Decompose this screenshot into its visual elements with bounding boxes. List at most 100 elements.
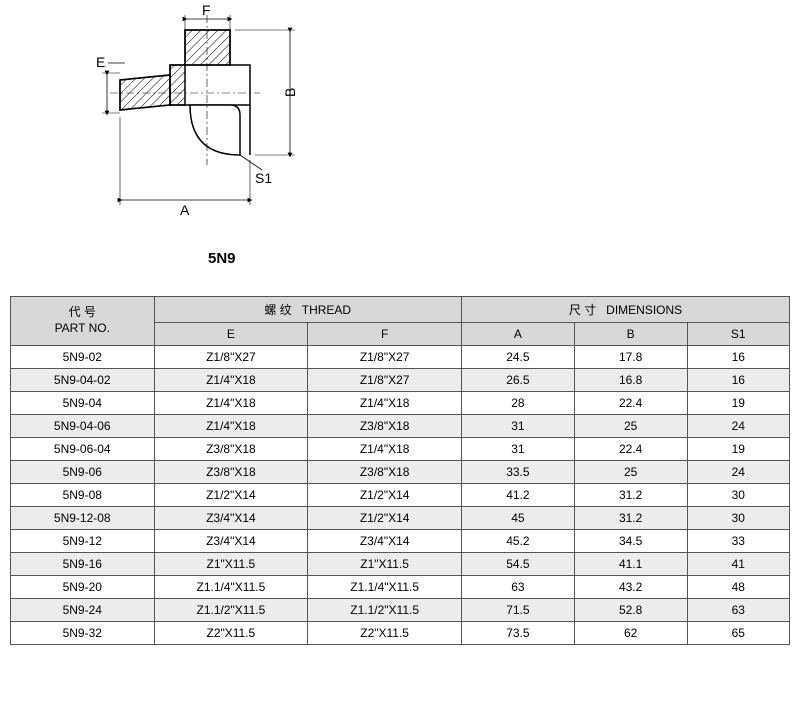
- dim-label-s1: S1: [255, 170, 272, 186]
- cell-e: Z1.1/4"X11.5: [154, 576, 308, 599]
- cell-a: 63: [462, 576, 575, 599]
- header-e: E: [154, 323, 308, 346]
- cell-e: Z3/4"X14: [154, 530, 308, 553]
- cell-f: Z1/8"X27: [308, 369, 462, 392]
- cell-e: Z3/8"X18: [154, 438, 308, 461]
- dim-label-a: A: [180, 202, 190, 218]
- cell-s1: 33: [687, 530, 790, 553]
- cell-part: 5N9-02: [11, 346, 155, 369]
- cell-a: 71.5: [462, 599, 575, 622]
- cell-f: Z1/2"X14: [308, 507, 462, 530]
- cell-part: 5N9-20: [11, 576, 155, 599]
- cell-f: Z1/4"X18: [308, 392, 462, 415]
- table-row: 5N9-16Z1"X11.5Z1"X11.554.541.141: [11, 553, 790, 576]
- cell-b: 22.4: [574, 392, 687, 415]
- cell-a: 24.5: [462, 346, 575, 369]
- cell-b: 16.8: [574, 369, 687, 392]
- cell-e: Z3/4"X14: [154, 507, 308, 530]
- cell-f: Z1/8"X27: [308, 346, 462, 369]
- cell-part: 5N9-24: [11, 599, 155, 622]
- cell-s1: 19: [687, 392, 790, 415]
- table-row: 5N9-02Z1/8"X27Z1/8"X2724.517.816: [11, 346, 790, 369]
- cell-s1: 19: [687, 438, 790, 461]
- table-row: 5N9-32Z2"X11.5Z2"X11.573.56265: [11, 622, 790, 645]
- cell-part: 5N9-12: [11, 530, 155, 553]
- table-row: 5N9-08Z1/2"X14Z1/2"X1441.231.230: [11, 484, 790, 507]
- cell-b: 52.8: [574, 599, 687, 622]
- cell-part: 5N9-32: [11, 622, 155, 645]
- cell-a: 31: [462, 415, 575, 438]
- cell-b: 25: [574, 461, 687, 484]
- cell-b: 41.1: [574, 553, 687, 576]
- cell-f: Z3/8"X18: [308, 415, 462, 438]
- cell-s1: 63: [687, 599, 790, 622]
- cell-e: Z1.1/2"X11.5: [154, 599, 308, 622]
- cell-s1: 48: [687, 576, 790, 599]
- header-dimensions: 尺 寸 DIMENSIONS: [462, 297, 790, 323]
- cell-s1: 41: [687, 553, 790, 576]
- table-row: 5N9-06-04Z3/8"X18Z1/4"X183122.419: [11, 438, 790, 461]
- cell-b: 31.2: [574, 484, 687, 507]
- header-b: B: [574, 323, 687, 346]
- cell-a: 31: [462, 438, 575, 461]
- cell-f: Z1/2"X14: [308, 484, 462, 507]
- cell-e: Z1"X11.5: [154, 553, 308, 576]
- table-row: 5N9-06Z3/8"X18Z3/8"X1833.52524: [11, 461, 790, 484]
- cell-part: 5N9-06-04: [11, 438, 155, 461]
- cell-s1: 30: [687, 507, 790, 530]
- header-thread: 螺 纹 THREAD: [154, 297, 462, 323]
- spec-table: 代 号 PART NO. 螺 纹 THREAD 尺 寸 DIMENSIONS E…: [10, 296, 790, 645]
- cell-f: Z1"X11.5: [308, 553, 462, 576]
- cell-e: Z1/4"X18: [154, 392, 308, 415]
- cell-b: 22.4: [574, 438, 687, 461]
- cell-s1: 30: [687, 484, 790, 507]
- cell-part: 5N9-04-06: [11, 415, 155, 438]
- cell-e: Z3/8"X18: [154, 461, 308, 484]
- spec-table-container: 代 号 PART NO. 螺 纹 THREAD 尺 寸 DIMENSIONS E…: [10, 296, 790, 645]
- cell-e: Z1/8"X27: [154, 346, 308, 369]
- cell-a: 26.5: [462, 369, 575, 392]
- cell-a: 33.5: [462, 461, 575, 484]
- table-row: 5N9-12-08Z3/4"X14Z1/2"X144531.230: [11, 507, 790, 530]
- cell-a: 45: [462, 507, 575, 530]
- cell-e: Z2"X11.5: [154, 622, 308, 645]
- technical-drawing: S1 A B F E: [90, 5, 310, 225]
- dim-label-f: F: [202, 5, 211, 18]
- header-part-no: 代 号 PART NO.: [11, 297, 155, 346]
- cell-s1: 16: [687, 369, 790, 392]
- cell-f: Z2"X11.5: [308, 622, 462, 645]
- cell-f: Z1/4"X18: [308, 438, 462, 461]
- dim-label-e: E: [96, 54, 105, 70]
- cell-s1: 65: [687, 622, 790, 645]
- part-label: 5N9: [208, 250, 236, 267]
- table-row: 5N9-04-02Z1/4"X18Z1/8"X2726.516.816: [11, 369, 790, 392]
- cell-part: 5N9-04: [11, 392, 155, 415]
- cell-s1: 16: [687, 346, 790, 369]
- cell-part: 5N9-06: [11, 461, 155, 484]
- cell-b: 34.5: [574, 530, 687, 553]
- table-body: 5N9-02Z1/8"X27Z1/8"X2724.517.8165N9-04-0…: [11, 346, 790, 645]
- table-row: 5N9-20Z1.1/4"X11.5Z1.1/4"X11.56343.248: [11, 576, 790, 599]
- cell-a: 73.5: [462, 622, 575, 645]
- cell-f: Z1.1/2"X11.5: [308, 599, 462, 622]
- header-s1: S1: [687, 323, 790, 346]
- cell-b: 25: [574, 415, 687, 438]
- cell-e: Z1/2"X14: [154, 484, 308, 507]
- cell-part: 5N9-04-02: [11, 369, 155, 392]
- cell-part: 5N9-08: [11, 484, 155, 507]
- dim-label-b: B: [282, 88, 298, 97]
- cell-b: 17.8: [574, 346, 687, 369]
- cell-f: Z1.1/4"X11.5: [308, 576, 462, 599]
- header-f: F: [308, 323, 462, 346]
- table-row: 5N9-12Z3/4"X14Z3/4"X1445.234.533: [11, 530, 790, 553]
- cell-a: 45.2: [462, 530, 575, 553]
- cell-s1: 24: [687, 461, 790, 484]
- cell-e: Z1/4"X18: [154, 369, 308, 392]
- cell-part: 5N9-12-08: [11, 507, 155, 530]
- cell-s1: 24: [687, 415, 790, 438]
- cell-a: 28: [462, 392, 575, 415]
- cell-b: 62: [574, 622, 687, 645]
- cell-f: Z3/4"X14: [308, 530, 462, 553]
- cell-e: Z1/4"X18: [154, 415, 308, 438]
- header-a: A: [462, 323, 575, 346]
